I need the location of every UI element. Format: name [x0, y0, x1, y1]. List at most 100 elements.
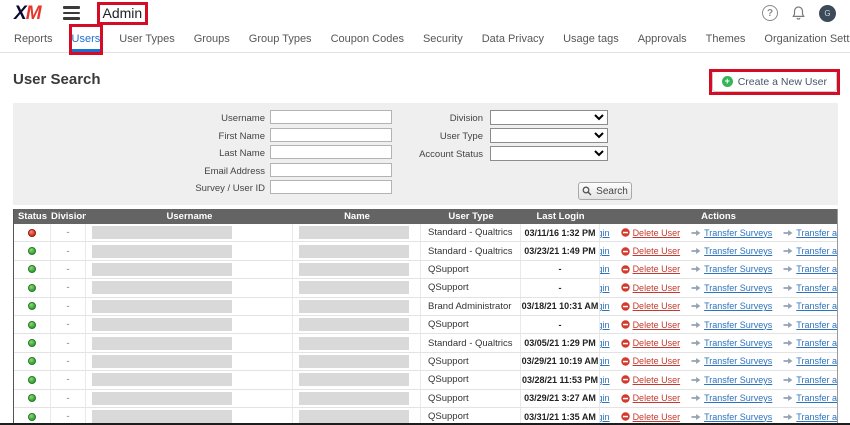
- nav-tab-usage-tags[interactable]: Usage tags: [563, 26, 619, 52]
- topbar: XM Admin ? G: [0, 0, 850, 26]
- name-cell: [293, 224, 421, 241]
- last-login-cell: 03/29/21 3:27 AM: [521, 390, 600, 407]
- column-header-user-type: User Type: [421, 211, 521, 222]
- transfer-surveys-link[interactable]: Transfer Surveys: [691, 283, 772, 293]
- transfer-surveys-link[interactable]: Transfer Surveys: [691, 228, 772, 238]
- login-label: Login: [600, 264, 610, 274]
- last-login-cell: 03/11/16 1:32 PM: [521, 224, 600, 241]
- nav-tab-users[interactable]: Users: [72, 26, 101, 52]
- transfer-actions-link[interactable]: Transfer actions: [783, 246, 837, 256]
- login-label: Login: [600, 412, 610, 422]
- transfer-actions-link[interactable]: Transfer actions: [783, 228, 837, 238]
- delete-user-link[interactable]: Delete User: [621, 301, 681, 311]
- transfer-actions-link[interactable]: Transfer actions: [783, 283, 837, 293]
- nav-tab-reports[interactable]: Reports: [14, 26, 53, 52]
- delete-user-link[interactable]: Delete User: [621, 320, 681, 330]
- survey-user-id-input[interactable]: [270, 180, 392, 194]
- login-label: Login: [600, 356, 610, 366]
- transfer-surveys-link[interactable]: Transfer Surveys: [691, 338, 772, 348]
- account-status-select[interactable]: [490, 146, 608, 161]
- username-cell: [86, 353, 293, 370]
- transfer-actions-link[interactable]: Transfer actions: [783, 356, 837, 366]
- nav-tab-data-privacy[interactable]: Data Privacy: [482, 26, 544, 52]
- redacted-name: [299, 392, 409, 405]
- table-row: -Standard - Qualtrics03/11/16 1:32 PMLog…: [14, 224, 837, 242]
- email-address-input[interactable]: [270, 163, 392, 177]
- login-link[interactable]: Login: [600, 301, 610, 311]
- delete-user-link[interactable]: Delete User: [621, 246, 681, 256]
- delete-user-link[interactable]: Delete User: [621, 356, 681, 366]
- nav-tab-organization-settings[interactable]: Organization Settings: [764, 26, 850, 52]
- division-select[interactable]: [490, 110, 608, 125]
- user-type-select[interactable]: [490, 128, 608, 143]
- minus-circle-icon: [621, 265, 630, 274]
- delete-user-link[interactable]: Delete User: [621, 375, 681, 385]
- transfer-arrow-icon: [691, 265, 701, 273]
- transfer-actions-link[interactable]: Transfer actions: [783, 320, 837, 330]
- minus-circle-icon: [621, 412, 630, 421]
- status-cell: [14, 334, 51, 351]
- transfer-actions-link[interactable]: Transfer actions: [783, 412, 837, 422]
- name-cell: [293, 242, 421, 259]
- create-new-user-button[interactable]: + Create a New User: [712, 71, 837, 92]
- nav-tab-themes[interactable]: Themes: [706, 26, 746, 52]
- delete-user-link[interactable]: Delete User: [621, 338, 681, 348]
- transfer-arrow-icon: [783, 321, 793, 329]
- transfer-actions-link[interactable]: Transfer actions: [783, 375, 837, 385]
- user-type-label: User Type: [353, 131, 483, 142]
- nav-tab-approvals[interactable]: Approvals: [638, 26, 687, 52]
- transfer-surveys-link[interactable]: Transfer Surveys: [691, 356, 772, 366]
- actions-cell: Login Delete User Transfer Surveys Transfer…: [600, 371, 837, 388]
- login-link[interactable]: Login: [600, 412, 610, 422]
- status-cell: [14, 316, 51, 333]
- login-link[interactable]: Login: [600, 338, 610, 348]
- column-header-name: Name: [293, 211, 421, 222]
- nav-tab-security[interactable]: Security: [423, 26, 463, 52]
- help-icon[interactable]: ?: [762, 5, 778, 21]
- login-link[interactable]: Login: [600, 283, 610, 293]
- login-link[interactable]: Login: [600, 228, 610, 238]
- status-green-icon: [28, 284, 36, 292]
- login-link[interactable]: Login: [600, 393, 610, 403]
- user-avatar[interactable]: G: [819, 5, 836, 22]
- login-link[interactable]: Login: [600, 375, 610, 385]
- transfer-actions-label: Transfer actions: [796, 228, 837, 238]
- last-login-cell: -: [521, 261, 600, 278]
- delete-user-link[interactable]: Delete User: [621, 264, 681, 274]
- transfer-surveys-link[interactable]: Transfer Surveys: [691, 246, 772, 256]
- login-label: Login: [600, 246, 610, 256]
- transfer-actions-link[interactable]: Transfer actions: [783, 264, 837, 274]
- redacted-name: [299, 337, 409, 350]
- login-link[interactable]: Login: [600, 246, 610, 256]
- delete-user-link[interactable]: Delete User: [621, 283, 681, 293]
- transfer-surveys-link[interactable]: Transfer Surveys: [691, 320, 772, 330]
- delete-user-link[interactable]: Delete User: [621, 228, 681, 238]
- nav-tab-user-types[interactable]: User Types: [119, 26, 174, 52]
- login-link[interactable]: Login: [600, 356, 610, 366]
- nav-tab-coupon-codes[interactable]: Coupon Codes: [331, 26, 404, 52]
- delete-user-label: Delete User: [633, 301, 681, 311]
- transfer-actions-link[interactable]: Transfer actions: [783, 338, 837, 348]
- transfer-surveys-label: Transfer Surveys: [704, 264, 772, 274]
- hamburger-menu-icon[interactable]: [63, 6, 80, 19]
- transfer-actions-label: Transfer actions: [796, 338, 837, 348]
- nav-tab-groups[interactable]: Groups: [194, 26, 230, 52]
- login-link[interactable]: Login: [600, 320, 610, 330]
- search-button[interactable]: Search: [578, 182, 632, 200]
- login-link[interactable]: Login: [600, 264, 610, 274]
- transfer-surveys-link[interactable]: Transfer Surveys: [691, 393, 772, 403]
- delete-user-link[interactable]: Delete User: [621, 412, 681, 422]
- delete-user-link[interactable]: Delete User: [621, 393, 681, 403]
- redacted-username: [92, 300, 232, 313]
- transfer-surveys-link[interactable]: Transfer Surveys: [691, 301, 772, 311]
- logo-letter-x: X: [14, 3, 26, 24]
- transfer-surveys-link[interactable]: Transfer Surveys: [691, 375, 772, 385]
- nav-tab-group-types[interactable]: Group Types: [249, 26, 312, 52]
- transfer-actions-link[interactable]: Transfer actions: [783, 393, 837, 403]
- notifications-bell-icon[interactable]: [792, 6, 805, 20]
- transfer-surveys-link[interactable]: Transfer Surveys: [691, 412, 772, 422]
- transfer-actions-link[interactable]: Transfer actions: [783, 301, 837, 311]
- transfer-surveys-link[interactable]: Transfer Surveys: [691, 264, 772, 274]
- delete-user-label: Delete User: [633, 320, 681, 330]
- login-label: Login: [600, 228, 610, 238]
